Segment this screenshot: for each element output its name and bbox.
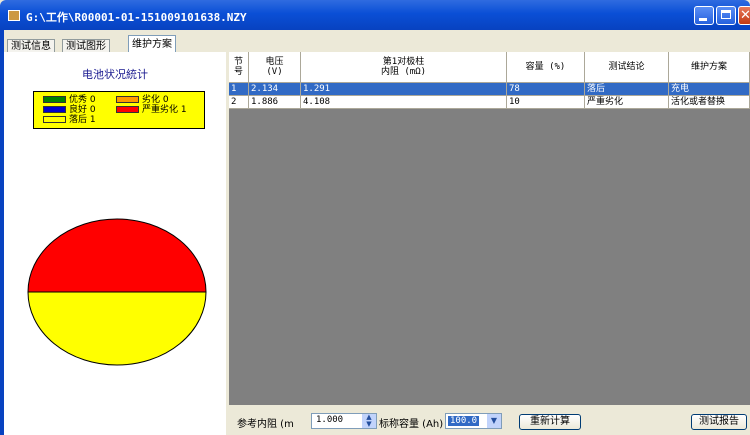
- cell-plan: 充电: [669, 83, 750, 96]
- minimize-icon: [699, 18, 707, 21]
- cell-conclusion: 严重劣化: [585, 96, 669, 109]
- legend-swatch: [43, 106, 66, 113]
- table-row[interactable]: 1 2.134 1.291 78 落后 充电: [229, 83, 750, 96]
- cell-conclusion: 落后: [585, 83, 669, 96]
- ref-resistance-spinner[interactable]: 1.000 ▲ ▼: [311, 413, 377, 429]
- tab-maintenance-plan[interactable]: 维护方案: [128, 35, 176, 52]
- cell-resistance: 1.291: [301, 83, 507, 96]
- bottom-toolbar: 参考内阻 (m 1.000 ▲ ▼ 标称容量 (Ah) 100.0 ▼ 重新计算 …: [229, 405, 750, 435]
- title-bar: G:\工作\R00001-01-151009101638.NZY ✕: [0, 0, 750, 30]
- legend-item-severe: 严重劣化 1: [116, 105, 187, 115]
- header-capacity: 容量 (%): [507, 52, 585, 82]
- rated-capacity-label: 标称容量 (Ah): [379, 419, 444, 430]
- rated-capacity-value[interactable]: 100.0: [448, 416, 480, 426]
- ref-resistance-label: 参考内阻 (m: [237, 419, 294, 430]
- pie-slice: [27, 291, 207, 366]
- chevron-down-icon[interactable]: ▼: [487, 414, 501, 428]
- cell-voltage: 2.134: [249, 83, 301, 96]
- maximize-icon: [721, 10, 731, 19]
- stats-panel: 电池状况統计 优秀 0 劣化 0 良好 0 严重劣化 1 落后 1: [4, 52, 226, 435]
- pie-slice: [27, 218, 207, 293]
- cell-index: 2: [229, 96, 249, 109]
- grid-header: 节 号 电压 (V) 第1对极柱 内阻 (mΩ) 容量 (%) 测试结论 维护方…: [229, 52, 750, 83]
- test-report-button[interactable]: 测试报告: [691, 414, 747, 430]
- header-voltage: 电压 (V): [249, 52, 301, 82]
- cell-resistance: 4.108: [301, 96, 507, 109]
- window-title: G:\工作\R00001-01-151009101638.NZY: [26, 11, 247, 24]
- results-grid[interactable]: 节 号 电压 (V) 第1对极柱 内阻 (mΩ) 容量 (%) 测试结论 维护方…: [229, 52, 750, 405]
- cell-capacity: 10: [507, 96, 585, 109]
- close-button[interactable]: ✕: [738, 6, 750, 25]
- table-row[interactable]: 2 1.886 4.108 10 严重劣化 活化或者替换: [229, 96, 750, 109]
- tab-test-graph[interactable]: 测试图形: [62, 39, 110, 52]
- legend-swatch: [43, 116, 66, 123]
- cell-capacity: 78: [507, 83, 585, 96]
- spin-arrows-icon[interactable]: ▲ ▼: [362, 414, 376, 428]
- legend-swatch: [43, 96, 66, 103]
- legend-item-good: 良好 0: [43, 105, 96, 115]
- legend-swatch: [116, 96, 139, 103]
- legend-item-degraded: 劣化 0: [116, 95, 169, 105]
- tab-bar: 测试信息 测试图形 维护方案: [4, 30, 750, 52]
- recalculate-button[interactable]: 重新计算: [519, 414, 581, 430]
- header-index: 节 号: [229, 52, 249, 82]
- legend-item-lagging: 落后 1: [43, 115, 96, 125]
- legend: 优秀 0 劣化 0 良好 0 严重劣化 1 落后 1: [33, 91, 205, 129]
- ref-resistance-value[interactable]: 1.000: [316, 415, 343, 425]
- maximize-button[interactable]: [716, 6, 736, 25]
- close-icon: ✕: [740, 8, 750, 23]
- header-plan: 维护方案: [669, 52, 750, 82]
- tab-test-info[interactable]: 测试信息: [7, 39, 55, 52]
- cell-plan: 活化或者替换: [669, 96, 750, 109]
- status-pie-chart: [27, 218, 207, 366]
- header-resistance: 第1对极柱 内阻 (mΩ): [301, 52, 507, 82]
- rated-capacity-select[interactable]: 100.0 ▼: [445, 413, 502, 429]
- cell-index: 1: [229, 83, 249, 96]
- cell-voltage: 1.886: [249, 96, 301, 109]
- legend-item-excellent: 优秀 0: [43, 95, 96, 105]
- stats-title: 电池状况統计: [82, 68, 148, 81]
- legend-swatch: [116, 106, 139, 113]
- app-icon: [8, 10, 20, 21]
- minimize-button[interactable]: [694, 6, 714, 25]
- header-conclusion: 测试结论: [585, 52, 669, 82]
